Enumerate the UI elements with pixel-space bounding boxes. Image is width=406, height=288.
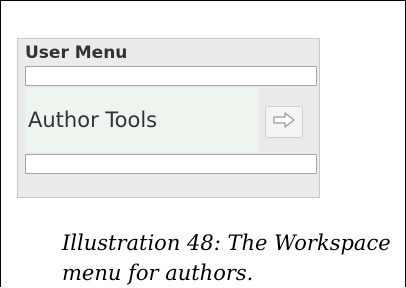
menu-input-bottom[interactable] xyxy=(25,154,317,174)
figure-caption: Illustration 48: The Workspace menu for … xyxy=(62,231,391,285)
user-menu-title: User Menu xyxy=(25,43,128,63)
arrow-right-icon xyxy=(272,111,296,133)
author-tools-go-button[interactable] xyxy=(265,106,303,138)
author-tools-label: Author Tools xyxy=(28,108,158,132)
menu-input-top[interactable] xyxy=(25,66,317,86)
